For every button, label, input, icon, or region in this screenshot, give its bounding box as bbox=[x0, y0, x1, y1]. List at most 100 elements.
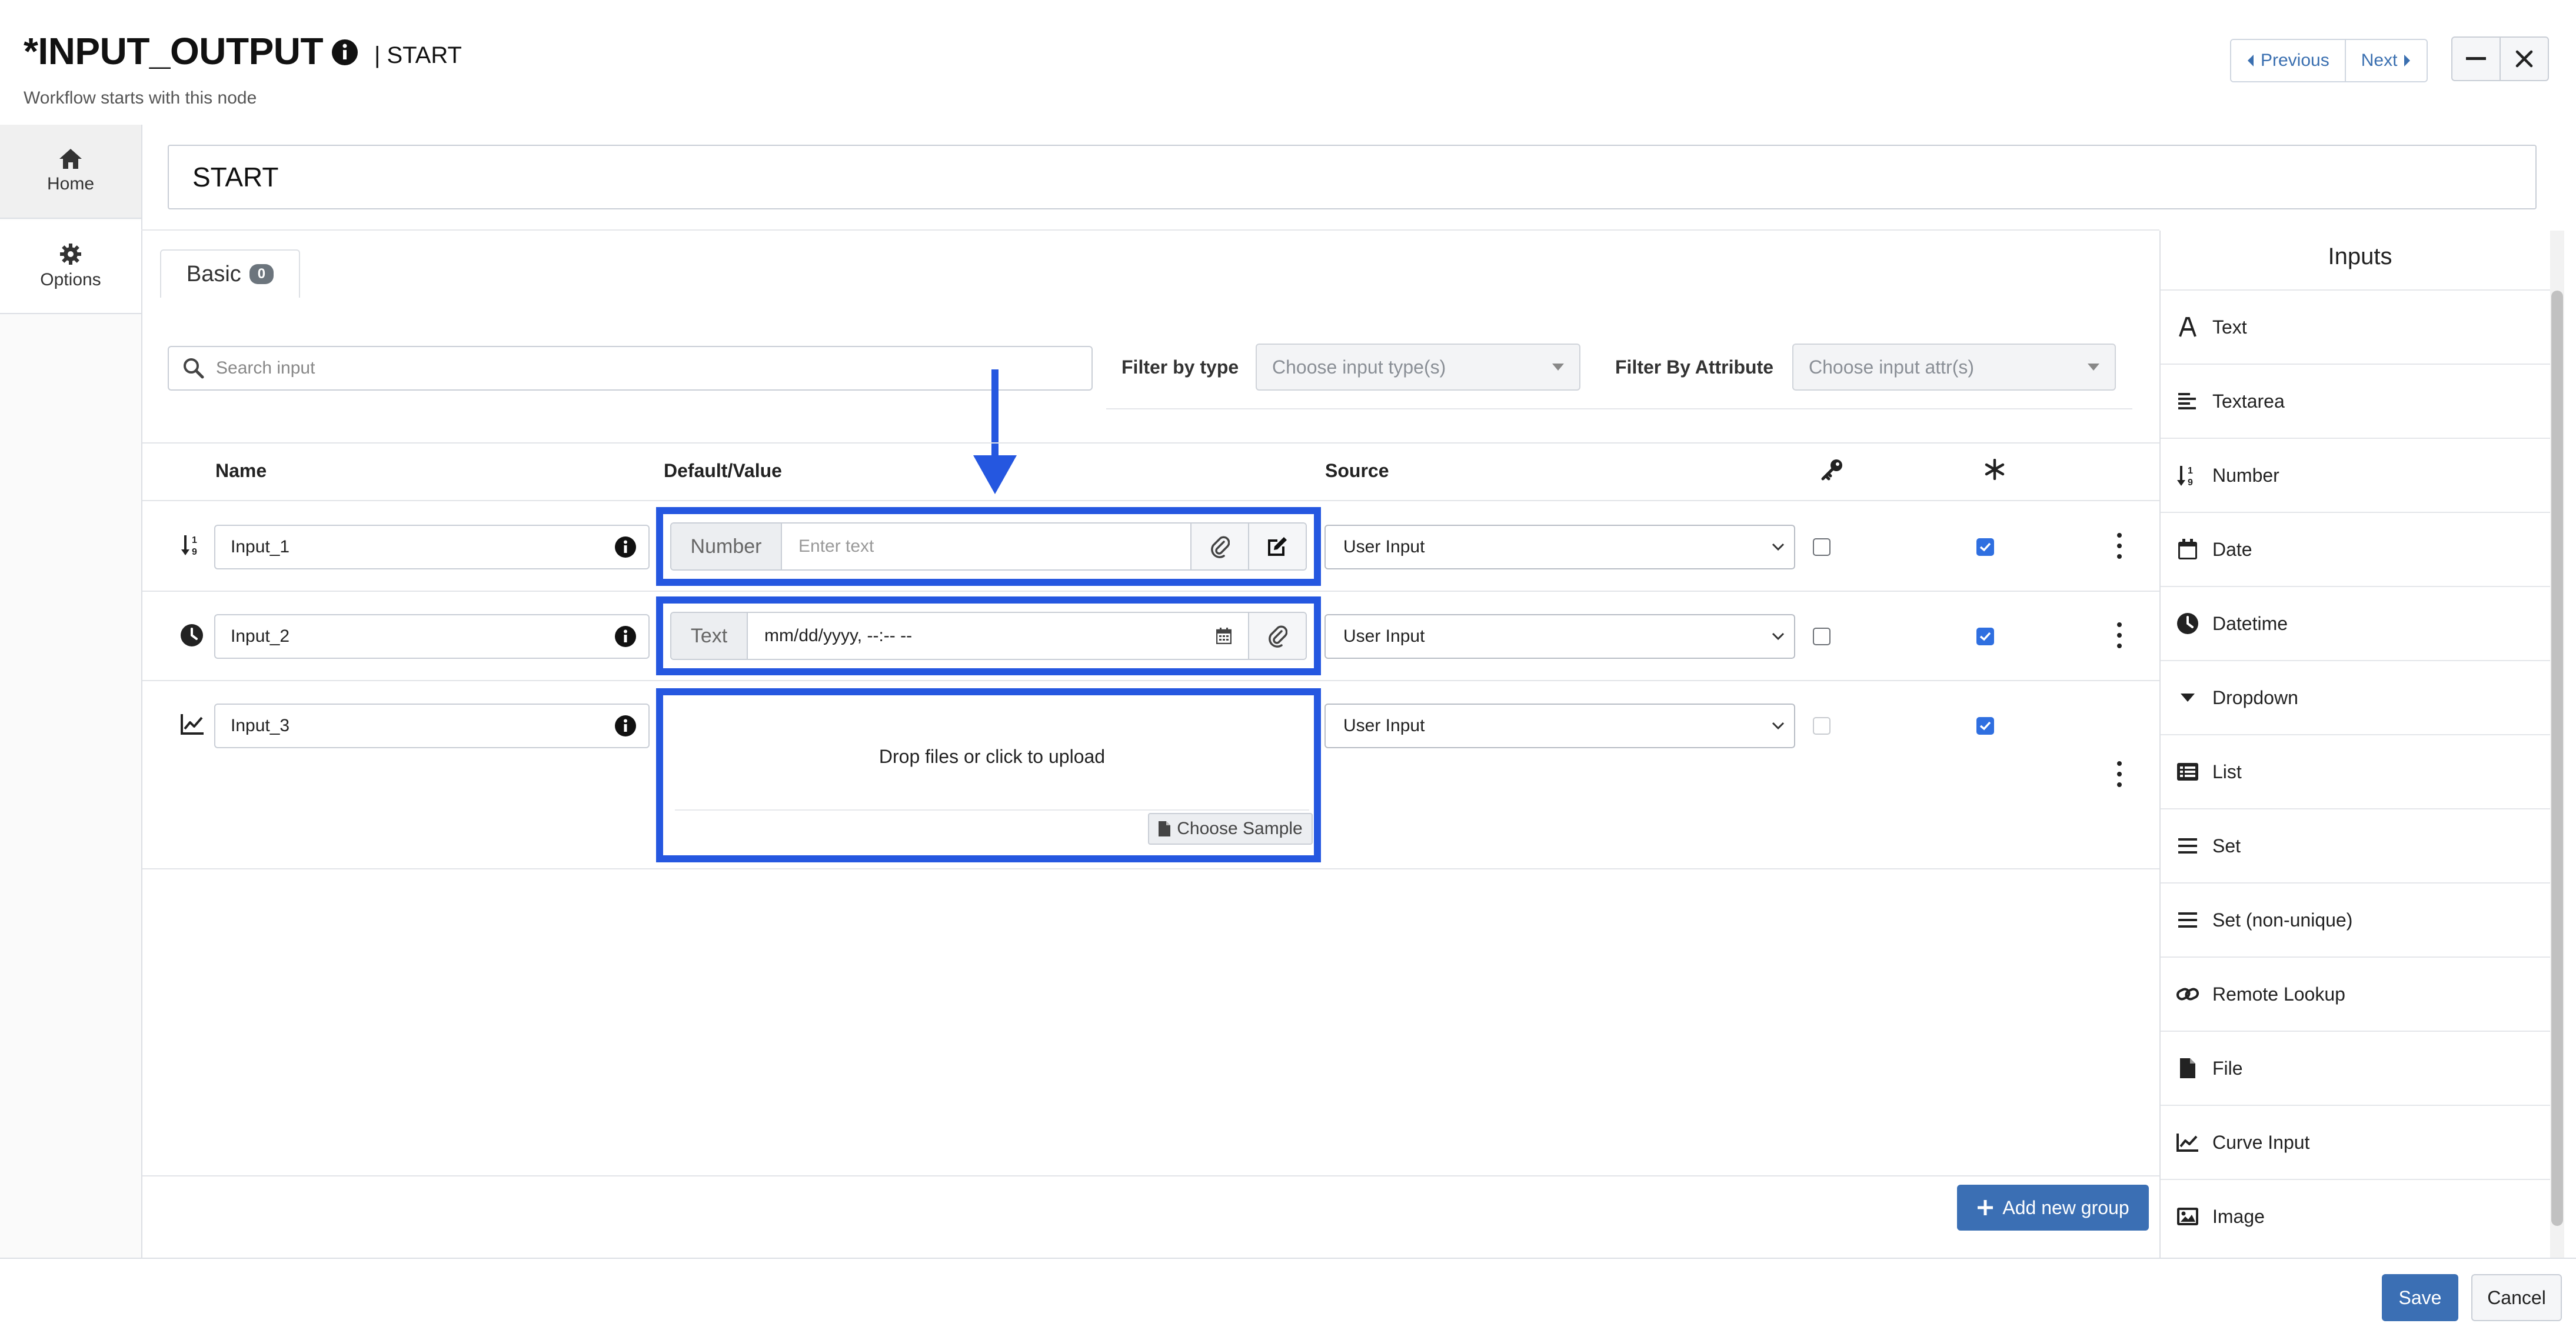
input-type-remote-lookup[interactable]: Remote Lookup bbox=[2161, 956, 2560, 1031]
save-button[interactable]: Save bbox=[2382, 1274, 2458, 1321]
filter-attr-select[interactable]: Choose input attr(s) bbox=[1792, 344, 2116, 391]
cancel-button[interactable]: Cancel bbox=[2471, 1274, 2562, 1321]
attach-button[interactable] bbox=[1248, 613, 1306, 659]
divider bbox=[142, 680, 2159, 681]
type-addon: Number bbox=[671, 524, 782, 569]
scrollbar-thumb[interactable] bbox=[2551, 291, 2563, 1226]
value-input[interactable]: Enter text bbox=[782, 524, 1190, 569]
input-type-text[interactable]: Text bbox=[2161, 289, 2560, 364]
file-dropzone[interactable]: Drop files or click to upload bbox=[675, 704, 1309, 811]
home-icon bbox=[59, 148, 82, 169]
nav-item-options[interactable]: Options bbox=[0, 220, 141, 314]
input-type-set[interactable]: Set bbox=[2161, 808, 2560, 882]
file-icon bbox=[1158, 821, 1171, 837]
input-type-set-non-unique[interactable]: Set (non-unique) bbox=[2161, 882, 2560, 956]
bars-icon bbox=[2176, 838, 2199, 854]
next-button[interactable]: Next bbox=[2344, 40, 2427, 81]
tab-basic[interactable]: Basic 0 bbox=[160, 249, 300, 298]
name-value: Input_1 bbox=[231, 537, 290, 556]
divider bbox=[0, 1258, 2576, 1259]
info-icon[interactable] bbox=[614, 536, 637, 558]
input-type-number[interactable]: 19 Number bbox=[2161, 438, 2560, 512]
value-input-group: Text mm/dd/yyyy, --:-- -- bbox=[670, 612, 1307, 660]
svg-text:9: 9 bbox=[2188, 478, 2193, 487]
svg-text:1: 1 bbox=[2188, 466, 2193, 476]
source-select[interactable]: User Input bbox=[1324, 704, 1795, 748]
divider bbox=[142, 591, 2159, 592]
filter-type-label: Filter by type bbox=[1121, 356, 1239, 378]
annotation-arrow bbox=[973, 369, 1017, 495]
row-menu-button[interactable] bbox=[2116, 533, 2123, 559]
node-name-input[interactable]: START bbox=[168, 145, 2537, 209]
search-box bbox=[168, 346, 1093, 391]
dropzone-text: Drop files or click to upload bbox=[878, 745, 1106, 767]
input-type-curve-input[interactable]: Curve Input bbox=[2161, 1105, 2560, 1179]
required-checkbox[interactable] bbox=[1976, 717, 1994, 735]
input-type-list[interactable]: List bbox=[2161, 734, 2560, 808]
row-menu-button[interactable] bbox=[2116, 761, 2123, 787]
key-checkbox[interactable] bbox=[1813, 538, 1831, 556]
font-icon bbox=[2176, 317, 2199, 337]
add-group-button[interactable]: Add new group bbox=[1957, 1185, 2149, 1231]
minimize-button[interactable] bbox=[2451, 36, 2501, 81]
info-icon[interactable] bbox=[614, 715, 637, 737]
tab-basic-label: Basic bbox=[186, 261, 241, 286]
datetime-value: mm/dd/yyyy, --:-- -- bbox=[764, 626, 913, 645]
column-header-value: Default/Value bbox=[664, 460, 782, 481]
source-select[interactable]: User Input bbox=[1324, 614, 1795, 659]
key-checkbox[interactable] bbox=[1813, 628, 1831, 645]
info-icon[interactable] bbox=[331, 38, 359, 66]
filter-attr-label: Filter By Attribute bbox=[1615, 356, 1774, 378]
clock-icon bbox=[180, 624, 204, 647]
divider bbox=[142, 500, 2159, 501]
name-input[interactable]: Input_2 bbox=[214, 614, 650, 659]
required-checkbox[interactable] bbox=[1976, 538, 1994, 556]
edit-button[interactable] bbox=[1248, 524, 1306, 569]
input-type-datetime[interactable]: Datetime bbox=[2161, 586, 2560, 660]
value-input-group: Number Enter text bbox=[670, 522, 1307, 571]
input-type-label: Curve Input bbox=[2212, 1131, 2310, 1153]
search-input[interactable] bbox=[215, 358, 1041, 379]
choose-sample-label: Choose Sample bbox=[1177, 819, 1303, 838]
align-left-icon bbox=[2176, 392, 2199, 410]
nav-item-home[interactable]: Home bbox=[0, 125, 141, 219]
highlight-box: Number Enter text bbox=[656, 507, 1321, 586]
input-type-image[interactable]: Image bbox=[2161, 1179, 2560, 1253]
source-select[interactable]: User Input bbox=[1324, 525, 1795, 569]
filter-type-select[interactable]: Choose input type(s) bbox=[1256, 344, 1580, 391]
clock-icon bbox=[2176, 612, 2199, 635]
input-type-label: Dropdown bbox=[2212, 686, 2298, 708]
list-icon bbox=[2176, 762, 2199, 781]
name-input[interactable]: Input_1 bbox=[214, 525, 650, 569]
input-type-date[interactable]: Date bbox=[2161, 512, 2560, 586]
row-menu-button[interactable] bbox=[2116, 622, 2123, 648]
number-sort-icon: 19 bbox=[180, 533, 204, 556]
caret-down-icon bbox=[1552, 364, 1564, 371]
close-button[interactable] bbox=[2500, 36, 2549, 81]
input-type-dropdown[interactable]: Dropdown bbox=[2161, 660, 2560, 734]
datetime-input[interactable]: mm/dd/yyyy, --:-- -- bbox=[748, 613, 1248, 659]
divider bbox=[1106, 408, 2132, 409]
previous-button[interactable]: Previous bbox=[2231, 40, 2345, 81]
close-icon bbox=[2515, 50, 2533, 68]
edit-icon bbox=[1266, 535, 1289, 558]
chevron-down-icon bbox=[1772, 632, 1785, 641]
required-checkbox[interactable] bbox=[1976, 628, 1994, 645]
search-icon bbox=[183, 358, 204, 379]
chevron-down-icon bbox=[1772, 543, 1785, 551]
nav-options-label: Options bbox=[40, 270, 101, 289]
key-checkbox bbox=[1813, 717, 1831, 735]
plus-icon bbox=[1976, 1199, 1994, 1216]
name-input[interactable]: Input_3 bbox=[214, 704, 650, 748]
input-type-file[interactable]: File bbox=[2161, 1031, 2560, 1105]
paperclip-icon bbox=[1210, 535, 1230, 558]
input-type-textarea[interactable]: Textarea bbox=[2161, 364, 2560, 438]
key-icon bbox=[1820, 458, 1844, 481]
input-type-label: Image bbox=[2212, 1205, 2265, 1227]
input-type-label: Set bbox=[2212, 835, 2241, 856]
info-icon[interactable] bbox=[614, 625, 637, 648]
inputs-panel: Inputs Text Textarea 19 Number Date Date… bbox=[2159, 231, 2560, 1259]
calendar-icon[interactable] bbox=[1216, 628, 1232, 644]
attach-button[interactable] bbox=[1190, 524, 1248, 569]
choose-sample-button[interactable]: Choose Sample bbox=[1148, 813, 1313, 845]
